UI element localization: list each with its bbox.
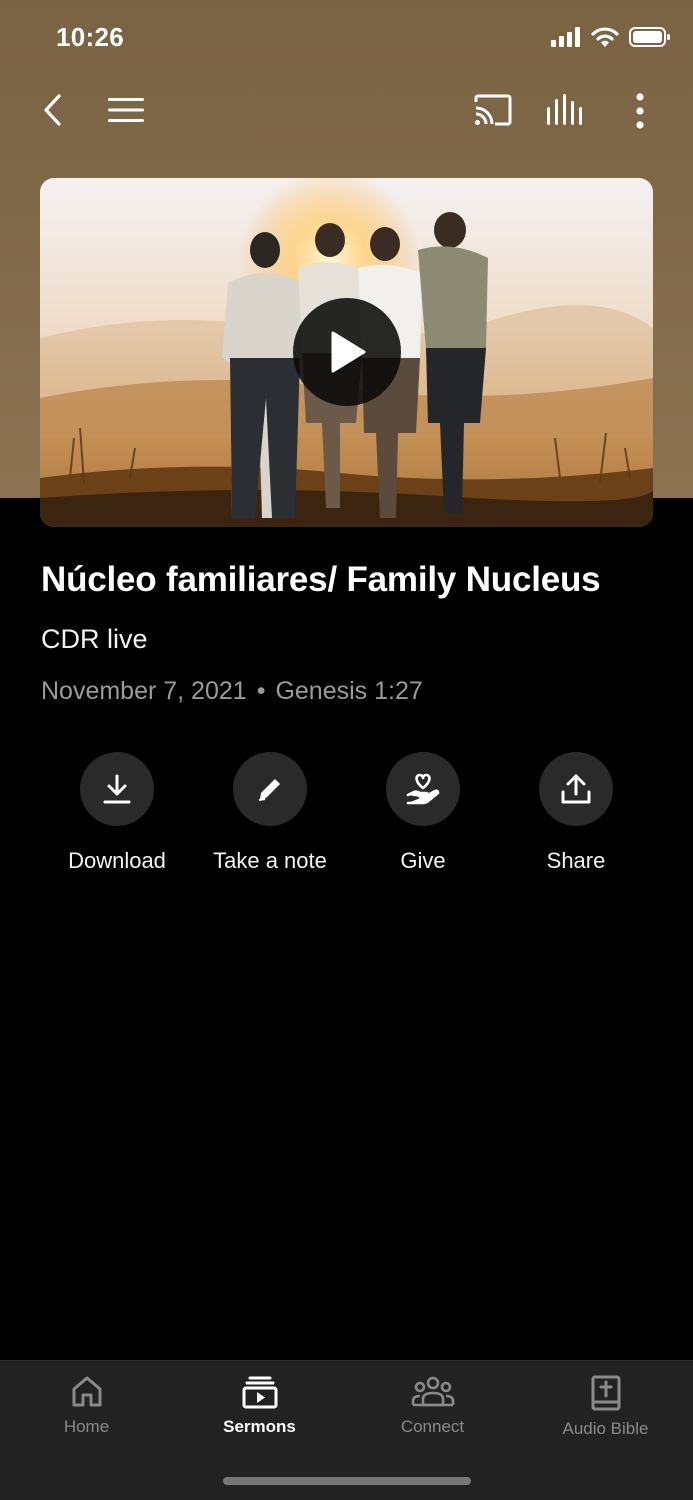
- give-hand-heart-icon: [406, 773, 440, 805]
- more-options-button[interactable]: [624, 90, 656, 132]
- play-button[interactable]: [293, 298, 401, 406]
- cast-icon: [474, 94, 512, 126]
- tab-connect[interactable]: Connect: [346, 1375, 519, 1437]
- give-button[interactable]: [386, 752, 460, 826]
- share-upload-icon: [561, 774, 591, 804]
- bible-icon: [591, 1375, 620, 1411]
- sermon-title: Núcleo familiares/ Family Nucleus: [41, 560, 601, 599]
- home-icon: [72, 1376, 101, 1407]
- tab-audio-bible[interactable]: Audio Bible: [519, 1375, 692, 1439]
- share-button[interactable]: [539, 752, 613, 826]
- people-icon: [411, 1376, 454, 1407]
- audio-levels-button[interactable]: [542, 90, 590, 130]
- tab-home-label: Home: [63, 1417, 110, 1436]
- sermon-meta: November 7, 2021 • Genesis 1:27: [41, 677, 423, 706]
- audio-bars-icon: [547, 94, 582, 125]
- cast-button[interactable]: [470, 90, 516, 130]
- cellular-signal-icon: [551, 27, 580, 47]
- status-icons: [551, 26, 671, 48]
- sermon-detail-screen: 10:26 Núcleo familiares/ Family Nucleus …: [0, 0, 693, 1500]
- hamburger-menu-icon: [108, 98, 144, 122]
- download-label: Download: [68, 848, 166, 873]
- download-icon: [103, 774, 131, 804]
- battery-icon: [629, 27, 670, 47]
- menu-button[interactable]: [104, 92, 148, 128]
- back-button[interactable]: [32, 88, 72, 132]
- video-player[interactable]: [40, 178, 653, 527]
- take-note-action[interactable]: Take a note: [195, 752, 345, 874]
- pencil-icon: [258, 779, 280, 801]
- take-note-label: Take a note: [213, 848, 327, 873]
- sermons-icon: [242, 1376, 277, 1409]
- more-vertical-icon: [636, 93, 644, 129]
- sermon-scripture[interactable]: Genesis 1:27: [275, 677, 422, 706]
- share-action[interactable]: Share: [501, 752, 651, 874]
- tab-sermons[interactable]: Sermons: [173, 1375, 346, 1437]
- download-button[interactable]: [80, 752, 154, 826]
- sermon-date: November 7, 2021: [41, 677, 247, 705]
- tab-home[interactable]: Home: [0, 1375, 173, 1437]
- sermon-series: CDR live: [41, 624, 148, 654]
- download-action[interactable]: Download: [42, 752, 192, 874]
- meta-separator: •: [256, 677, 266, 705]
- give-label: Give: [400, 848, 446, 873]
- play-icon: [331, 331, 366, 373]
- wifi-icon: [591, 27, 619, 47]
- status-time: 10:26: [56, 22, 124, 52]
- share-label: Share: [546, 848, 606, 873]
- home-indicator[interactable]: [223, 1477, 471, 1485]
- tab-audio-bible-label: Audio Bible: [562, 1419, 649, 1438]
- tab-sermons-label: Sermons: [223, 1417, 296, 1436]
- tab-connect-label: Connect: [400, 1417, 465, 1436]
- take-note-button[interactable]: [233, 752, 307, 826]
- give-action[interactable]: Give: [348, 752, 498, 874]
- chevron-left-icon: [44, 94, 61, 126]
